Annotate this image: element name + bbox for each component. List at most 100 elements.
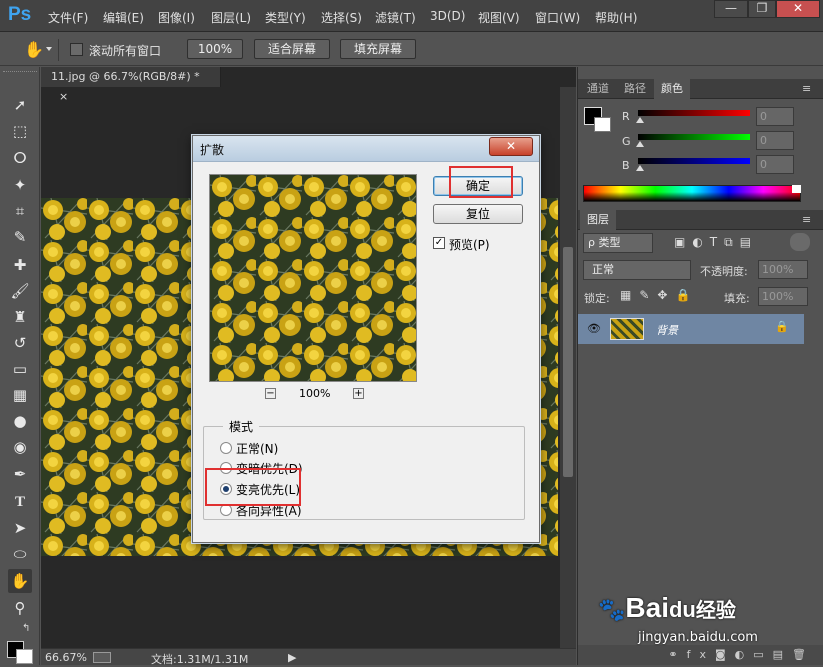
color-panel-tabs: 通道 路径 颜色 ≡ xyxy=(578,79,823,99)
highlight-ok xyxy=(449,166,513,198)
filter-toggle[interactable] xyxy=(790,233,810,251)
layer-filter-select[interactable]: ρ 类型 xyxy=(583,233,653,253)
panel-menu-icon[interactable]: ≡ xyxy=(802,82,811,95)
tab-color[interactable]: 颜色 xyxy=(654,79,690,99)
channel-r-slider[interactable] xyxy=(638,110,750,116)
scrollbar-thumb[interactable] xyxy=(563,247,573,477)
menu-edit[interactable]: 编辑(E) xyxy=(103,9,144,26)
ellipse-tool-icon[interactable]: ⬭ xyxy=(8,542,32,566)
close-button[interactable]: ✕ xyxy=(776,0,820,18)
toolbox-grip[interactable] xyxy=(3,71,37,74)
restore-button[interactable]: ❐ xyxy=(748,0,776,18)
channel-b-slider[interactable] xyxy=(638,158,750,164)
zoom-in-button[interactable]: + xyxy=(353,388,364,399)
panel-menu-icon[interactable]: ≡ xyxy=(802,213,811,226)
spectrum-white[interactable] xyxy=(792,185,801,193)
channel-g-value[interactable]: 0 xyxy=(756,131,794,150)
healing-brush-icon[interactable]: ✚ xyxy=(8,253,32,277)
menu-bar: Ps 文件(F) 编辑(E) 图像(I) 图层(L) 类型(Y) 选择(S) 滤… xyxy=(0,0,823,32)
filter-preview[interactable] xyxy=(209,174,417,382)
menu-help[interactable]: 帮助(H) xyxy=(595,9,637,26)
crop-tool-icon[interactable]: ⌗ xyxy=(8,199,32,223)
blur-tool-icon[interactable]: ● xyxy=(8,409,32,433)
tab-layers[interactable]: 图层 xyxy=(580,210,616,230)
vertical-scrollbar[interactable] xyxy=(560,87,576,648)
channel-r-label: R xyxy=(622,110,630,123)
panels-dock: 通道 路径 颜色 ≡ R 0 G 0 B 0 图层 ≡ ρ 类型 ▣◐T⧉▤ 正… xyxy=(577,67,823,665)
layer-filter-icons[interactable]: ▣◐T⧉▤ xyxy=(674,235,758,250)
clone-stamp-icon[interactable]: ♜ xyxy=(8,305,32,329)
menu-3d[interactable]: 3D(D) xyxy=(430,9,465,23)
layer-row-background[interactable]: 👁 背景 🔒 xyxy=(578,314,804,344)
zoom-100-button[interactable]: 100% xyxy=(187,39,243,59)
preview-checkbox[interactable]: ✓ xyxy=(433,237,445,249)
zoom-level[interactable]: 66.67% xyxy=(45,651,87,664)
document-tab[interactable]: 11.jpg @ 66.7%(RGB/8#) * × xyxy=(41,67,221,103)
tab-channels[interactable]: 通道 xyxy=(580,79,616,99)
visibility-eye-icon[interactable]: 👁 xyxy=(587,322,601,335)
status-icon[interactable] xyxy=(93,652,111,663)
dialog-titlebar[interactable]: 扩散 ✕ xyxy=(193,136,539,162)
swap-colors-icon[interactable]: ↰ xyxy=(22,623,30,634)
r-slider-thumb[interactable] xyxy=(636,117,644,123)
menu-select[interactable]: 选择(S) xyxy=(321,9,362,26)
document-tab-title: 11.jpg @ 66.7%(RGB/8#) * xyxy=(51,70,200,83)
mode-normal-label[interactable]: 正常(N) xyxy=(236,440,278,457)
background-color-swatch[interactable] xyxy=(16,649,33,664)
move-tool-icon[interactable]: ➚ xyxy=(8,93,32,117)
menu-filter[interactable]: 滤镜(T) xyxy=(375,9,416,26)
magic-wand-icon[interactable]: ✦ xyxy=(8,173,32,197)
layers-footer-icons[interactable]: ⚭fx◙◐▭▤🗑 xyxy=(578,645,823,665)
paw-icon: 🐾 xyxy=(598,597,626,622)
chevron-down-icon[interactable] xyxy=(46,47,52,51)
brush-tool-icon[interactable]: 🖌 xyxy=(8,279,32,303)
menu-image[interactable]: 图像(I) xyxy=(158,9,195,26)
layer-name[interactable]: 背景 xyxy=(656,322,678,338)
lasso-tool-icon[interactable]: ⵔ xyxy=(8,146,32,170)
mode-normal-radio[interactable] xyxy=(220,442,232,454)
g-slider-thumb[interactable] xyxy=(636,141,644,147)
menu-view[interactable]: 视图(V) xyxy=(478,9,520,26)
tab-paths[interactable]: 路径 xyxy=(618,79,652,99)
fill-label: 填充: xyxy=(724,292,750,305)
menu-file[interactable]: 文件(F) xyxy=(48,9,88,26)
reset-button[interactable]: 复位 xyxy=(433,204,523,224)
menu-type[interactable]: 类型(Y) xyxy=(265,9,306,26)
fill-value[interactable]: 100% xyxy=(758,287,808,306)
scroll-all-checkbox[interactable] xyxy=(70,43,83,56)
blend-mode-select[interactable]: 正常 xyxy=(583,260,691,280)
status-arrow-icon[interactable]: ▶ xyxy=(288,651,296,664)
gradient-icon[interactable]: ▦ xyxy=(8,383,32,407)
b-slider-thumb[interactable] xyxy=(636,165,644,171)
hand-tool-icon[interactable]: ✋ xyxy=(8,569,32,593)
channel-g-slider[interactable] xyxy=(638,134,750,140)
opacity-value[interactable]: 100% xyxy=(758,260,808,279)
opacity-label: 不透明度: xyxy=(700,265,748,278)
type-tool-icon[interactable]: T xyxy=(8,490,32,514)
menu-layer[interactable]: 图层(L) xyxy=(211,9,251,26)
eraser-icon[interactable]: ▭ xyxy=(8,357,32,381)
mode-legend: 模式 xyxy=(223,418,260,435)
bg-color-swatch[interactable] xyxy=(594,117,611,132)
fill-screen-button[interactable]: 填充屏幕 xyxy=(340,39,416,59)
zoom-tool-icon[interactable]: ⚲ xyxy=(8,596,32,620)
channel-r-value[interactable]: 0 xyxy=(756,107,794,126)
marquee-tool-icon[interactable]: ⬚ xyxy=(8,119,32,143)
eyedropper-icon[interactable]: ✎ xyxy=(8,225,32,249)
layer-thumbnail[interactable] xyxy=(610,318,644,340)
close-tab-icon[interactable]: × xyxy=(59,90,68,103)
color-spectrum[interactable] xyxy=(583,185,801,202)
zoom-out-button[interactable]: − xyxy=(265,388,276,399)
minimize-button[interactable]: — xyxy=(714,0,748,18)
lock-icons[interactable]: ▦✎✥🔒 xyxy=(620,288,698,302)
dialog-close-button[interactable]: ✕ xyxy=(489,137,533,156)
history-brush-icon[interactable]: ↺ xyxy=(8,331,32,355)
menu-window[interactable]: 窗口(W) xyxy=(535,9,580,26)
channel-b-value[interactable]: 0 xyxy=(756,155,794,174)
preview-zoom: 100% xyxy=(299,387,331,400)
dodge-tool-icon[interactable]: ◉ xyxy=(8,435,32,459)
fit-screen-button[interactable]: 适合屏幕 xyxy=(254,39,330,59)
path-select-icon[interactable]: ➤ xyxy=(8,516,32,540)
pen-tool-icon[interactable]: ✒ xyxy=(8,462,32,486)
hand-tool-icon[interactable]: ✋ xyxy=(24,40,44,59)
